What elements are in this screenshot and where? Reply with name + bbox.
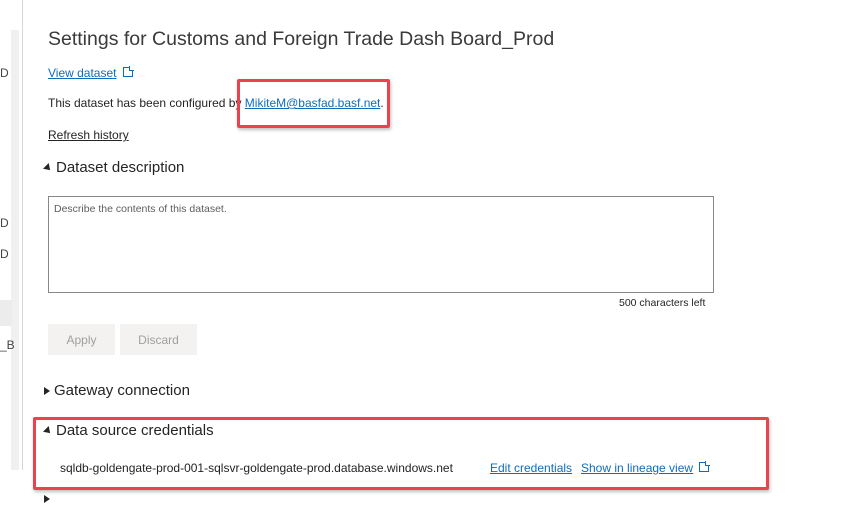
page-title: Settings for Customs and Foreign Trade D… [48,28,555,50]
apply-button[interactable]: Apply [48,324,115,355]
collapse-triangle-icon [43,162,53,173]
sidebar-item-fragment[interactable]: D [0,216,9,230]
expand-triangle-icon [44,386,50,395]
highlight-box-email [237,79,390,128]
gateway-connection-heading: Gateway connection [54,382,190,399]
view-dataset-link[interactable]: View dataset [48,66,117,80]
sidebar-item-fragment[interactable]: D [0,247,9,261]
dataset-description-textarea[interactable]: Describe the contents of this dataset. [48,196,714,293]
expand-triangle-icon [44,495,50,503]
sidebar-divider [22,0,23,470]
view-dataset-link-row: View dataset [48,66,134,80]
parameters-header-partial[interactable] [44,490,54,507]
sidebar-selected-item[interactable] [0,300,12,326]
gateway-connection-header[interactable]: Gateway connection [44,382,190,399]
configured-by-prefix: This dataset has been configured by [48,96,245,110]
dataset-description-placeholder: Describe the contents of this dataset. [54,203,227,215]
sidebar-scrollbar[interactable] [11,30,19,470]
dataset-description-heading: Dataset description [56,159,185,176]
sidebar-item-fragment[interactable]: D [0,66,9,80]
discard-button[interactable]: Discard [120,324,197,355]
characters-left-counter: 500 characters left [619,297,706,309]
dataset-description-header[interactable]: Dataset description [43,159,185,176]
sidebar-item-fragment[interactable]: _B [0,338,15,352]
external-link-icon [122,66,134,77]
highlight-box-credentials [33,417,769,490]
refresh-history-link[interactable]: Refresh history [48,128,129,142]
